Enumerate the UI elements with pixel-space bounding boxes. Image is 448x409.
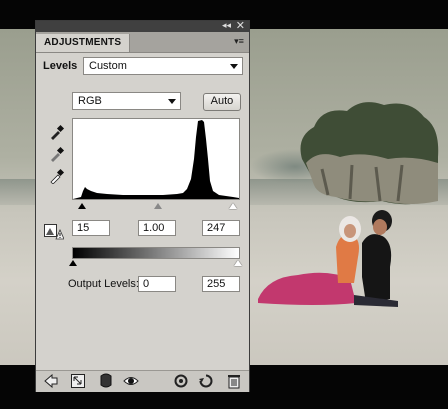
channel-value: RGB: [78, 95, 102, 107]
auto-button[interactable]: Auto: [203, 93, 241, 111]
collapse-icon[interactable]: ◂◂: [222, 20, 231, 31]
clip-to-layer-icon[interactable]: [98, 373, 114, 389]
chevron-down-icon: [230, 64, 238, 69]
input-gamma-field[interactable]: 1.00: [138, 220, 176, 236]
return-to-list-icon[interactable]: [43, 373, 59, 389]
output-black-field[interactable]: 0: [138, 276, 176, 292]
tab-adjustments[interactable]: ADJUSTMENTS: [36, 34, 131, 52]
preset-value: Custom: [89, 60, 127, 72]
gray-point-eyedropper-icon[interactable]: [49, 146, 65, 162]
expand-view-icon[interactable]: [70, 373, 86, 389]
panel-menu-icon[interactable]: ▾≡: [232, 35, 246, 47]
input-white-slider[interactable]: [229, 203, 237, 209]
couple-figures: [258, 210, 398, 307]
reset-icon[interactable]: [198, 373, 214, 389]
clipping-warning-icon[interactable]: [44, 224, 64, 240]
input-gamma-slider[interactable]: [154, 203, 162, 209]
output-black-slider[interactable]: [69, 260, 77, 266]
previous-state-icon[interactable]: [173, 373, 189, 389]
trash-icon[interactable]: [226, 373, 242, 389]
panel-titlebar[interactable]: ◂◂ ✕: [36, 19, 249, 32]
black-point-eyedropper-icon[interactable]: [49, 124, 65, 140]
channel-dropdown[interactable]: RGB: [72, 92, 181, 110]
adjustments-panel: ◂◂ ✕ ADJUSTMENTS ▾≡ Levels Custom RGB Au…: [35, 20, 250, 392]
output-white-slider[interactable]: [234, 260, 242, 266]
histogram: [72, 118, 240, 200]
input-black-field[interactable]: 15: [72, 220, 110, 236]
output-white-field[interactable]: 255: [202, 276, 240, 292]
input-white-field[interactable]: 247: [202, 220, 240, 236]
input-black-slider[interactable]: [78, 203, 86, 209]
rock-island: [300, 102, 439, 205]
levels-label: Levels: [43, 60, 78, 72]
white-point-eyedropper-icon[interactable]: [49, 168, 65, 184]
preset-dropdown[interactable]: Custom: [83, 57, 243, 75]
output-gradient-bar: [72, 247, 240, 259]
chevron-down-icon: [168, 99, 176, 104]
close-icon[interactable]: ✕: [236, 19, 245, 32]
panel-bottom-bar: [36, 370, 249, 392]
output-levels-label: Output Levels:: [68, 278, 139, 290]
visibility-eye-icon[interactable]: [123, 373, 139, 389]
panel-tab-row: ADJUSTMENTS ▾≡: [36, 32, 249, 53]
